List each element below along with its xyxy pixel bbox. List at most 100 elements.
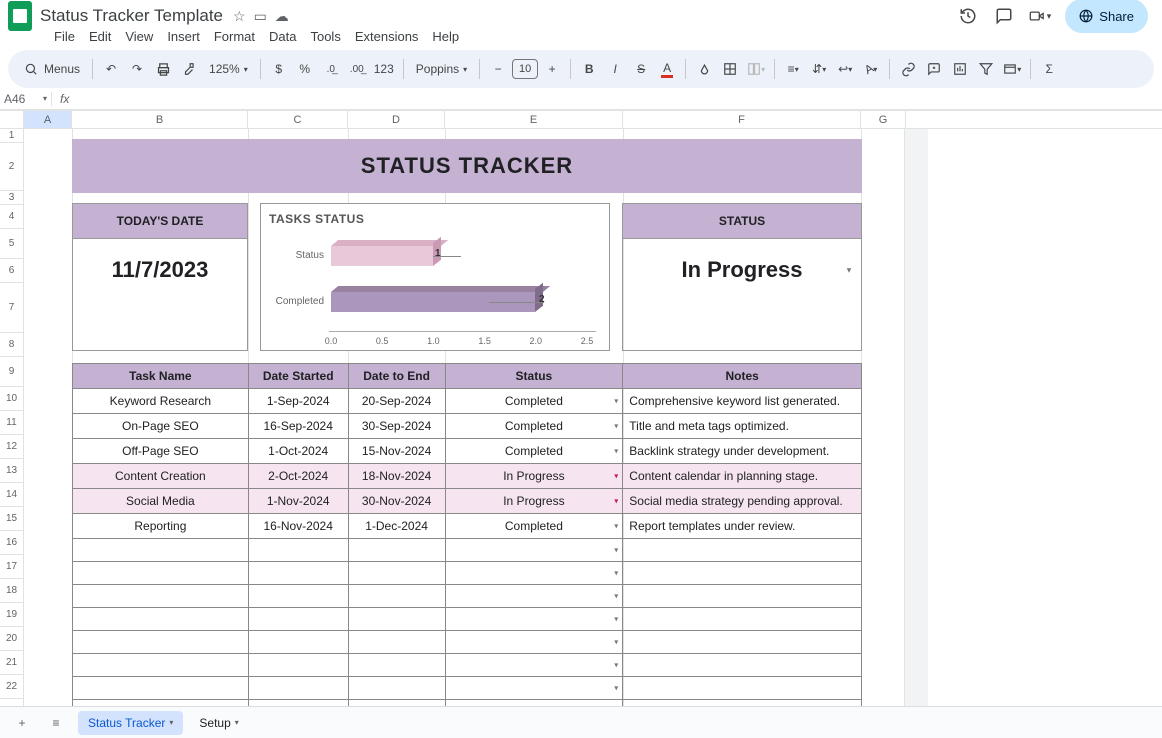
column-header-C[interactable]: C bbox=[248, 111, 348, 128]
menu-help[interactable]: Help bbox=[426, 28, 465, 46]
font-family-select[interactable]: Poppins ▾ bbox=[410, 56, 473, 82]
v-align-button[interactable]: ⇵▾ bbox=[807, 56, 831, 82]
menu-insert[interactable]: Insert bbox=[161, 28, 206, 46]
meet-icon[interactable]: ▾ bbox=[1029, 5, 1051, 27]
today-date-value[interactable]: 11/7/2023 bbox=[73, 239, 247, 301]
table-row[interactable]: Off-Page SEO1-Oct-202415-Nov-2024Complet… bbox=[73, 439, 862, 464]
row-header-8[interactable]: 8 bbox=[0, 333, 24, 357]
row-header-21[interactable]: 21 bbox=[0, 651, 24, 675]
menu-view[interactable]: View bbox=[119, 28, 159, 46]
dropdown-icon[interactable]: ▾ bbox=[614, 422, 618, 431]
row-header-18[interactable]: 18 bbox=[0, 579, 24, 603]
menu-edit[interactable]: Edit bbox=[83, 28, 117, 46]
print-button[interactable] bbox=[151, 56, 175, 82]
cloud-sync-icon[interactable]: ☁ bbox=[275, 8, 289, 25]
dropdown-icon[interactable]: ▾ bbox=[614, 661, 618, 670]
zoom-select[interactable]: 125% ▾ bbox=[203, 56, 254, 82]
row-header-13[interactable]: 13 bbox=[0, 459, 24, 483]
insert-comment-button[interactable] bbox=[922, 56, 946, 82]
status-panel-value[interactable]: In Progress ▾ bbox=[623, 239, 861, 301]
rotate-button[interactable]: A▾ bbox=[859, 56, 883, 82]
sheet-tab-status-tracker[interactable]: Status Tracker ▾ bbox=[78, 711, 183, 735]
comments-icon[interactable] bbox=[993, 5, 1015, 27]
undo-button[interactable]: ↶ bbox=[99, 56, 123, 82]
row-header-14[interactable]: 14 bbox=[0, 483, 24, 507]
dropdown-icon[interactable]: ▾ bbox=[614, 447, 618, 456]
table-row[interactable]: ▾ bbox=[73, 677, 862, 700]
font-size-input[interactable]: 10 bbox=[512, 59, 538, 79]
column-header-D[interactable]: D bbox=[348, 111, 445, 128]
row-header-17[interactable]: 17 bbox=[0, 555, 24, 579]
star-icon[interactable]: ☆ bbox=[233, 8, 246, 25]
table-row[interactable]: ▾ bbox=[73, 562, 862, 585]
more-formats-button[interactable]: 123 bbox=[371, 56, 397, 82]
row-header-1[interactable]: 1 bbox=[0, 129, 24, 143]
dropdown-icon[interactable]: ▾ bbox=[614, 522, 618, 531]
row-header-7[interactable]: 7 bbox=[0, 283, 24, 333]
dropdown-icon[interactable]: ▾ bbox=[614, 397, 618, 406]
menu-data[interactable]: Data bbox=[263, 28, 302, 46]
menu-format[interactable]: Format bbox=[208, 28, 261, 46]
merge-button[interactable]: ▾ bbox=[744, 56, 768, 82]
col-date-started[interactable]: Date Started bbox=[248, 364, 348, 389]
col-date-end[interactable]: Date to End bbox=[348, 364, 445, 389]
fill-color-button[interactable] bbox=[692, 56, 716, 82]
insert-chart-button[interactable] bbox=[948, 56, 972, 82]
decrease-font-button[interactable]: − bbox=[486, 56, 510, 82]
table-row[interactable]: Keyword Research1-Sep-202420-Sep-2024Com… bbox=[73, 389, 862, 414]
increase-font-button[interactable]: + bbox=[540, 56, 564, 82]
search-menus[interactable]: Menus bbox=[18, 56, 86, 82]
paint-format-button[interactable] bbox=[177, 56, 201, 82]
history-icon[interactable] bbox=[957, 5, 979, 27]
increase-decimal-button[interactable]: .00̲ bbox=[345, 56, 369, 82]
link-button[interactable] bbox=[896, 56, 920, 82]
row-header-10[interactable]: 10 bbox=[0, 387, 24, 411]
dropdown-icon[interactable]: ▾ bbox=[614, 497, 618, 506]
row-header-11[interactable]: 11 bbox=[0, 411, 24, 435]
doc-title[interactable]: Status Tracker Template bbox=[40, 6, 223, 26]
currency-button[interactable]: $ bbox=[267, 56, 291, 82]
row-header-19[interactable]: 19 bbox=[0, 603, 24, 627]
dropdown-icon[interactable]: ▾ bbox=[614, 638, 618, 647]
row-header-20[interactable]: 20 bbox=[0, 627, 24, 651]
row-header-16[interactable]: 16 bbox=[0, 531, 24, 555]
filter-views-button[interactable]: ▾ bbox=[1000, 56, 1024, 82]
text-color-button[interactable]: A bbox=[655, 56, 679, 82]
share-button[interactable]: Share bbox=[1065, 0, 1148, 33]
all-sheets-button[interactable]: ≡ bbox=[44, 711, 68, 735]
row-header-15[interactable]: 15 bbox=[0, 507, 24, 531]
dropdown-icon[interactable]: ▾ bbox=[614, 546, 618, 555]
row-header-3[interactable]: 3 bbox=[0, 191, 24, 205]
column-header-F[interactable]: F bbox=[623, 111, 861, 128]
italic-button[interactable]: I bbox=[603, 56, 627, 82]
dropdown-icon[interactable]: ▾ bbox=[614, 472, 618, 481]
table-row[interactable]: On-Page SEO16-Sep-202430-Sep-2024Complet… bbox=[73, 414, 862, 439]
dropdown-icon[interactable]: ▾ bbox=[614, 684, 618, 693]
column-header-G[interactable]: G bbox=[861, 111, 906, 128]
dropdown-icon[interactable]: ▾ bbox=[614, 592, 618, 601]
dropdown-icon[interactable]: ▾ bbox=[614, 615, 618, 624]
h-align-button[interactable]: ≡▾ bbox=[781, 56, 805, 82]
add-sheet-button[interactable]: + bbox=[10, 711, 34, 735]
wrap-button[interactable]: ↩▾ bbox=[833, 56, 857, 82]
table-row[interactable]: Social Media1-Nov-202430-Nov-2024In Prog… bbox=[73, 489, 862, 514]
sheet-tab-setup[interactable]: Setup ▾ bbox=[189, 711, 248, 735]
row-header-12[interactable]: 12 bbox=[0, 435, 24, 459]
select-all-corner[interactable] bbox=[0, 111, 24, 128]
col-status[interactable]: Status bbox=[445, 364, 623, 389]
row-header-22[interactable]: 22 bbox=[0, 675, 24, 699]
column-header-E[interactable]: E bbox=[445, 111, 623, 128]
row-header-6[interactable]: 6 bbox=[0, 259, 24, 283]
column-header-B[interactable]: B bbox=[72, 111, 248, 128]
menu-tools[interactable]: Tools bbox=[304, 28, 346, 46]
menu-extensions[interactable]: Extensions bbox=[349, 28, 425, 46]
bold-button[interactable]: B bbox=[577, 56, 601, 82]
table-row[interactable]: ▾ bbox=[73, 608, 862, 631]
row-header-5[interactable]: 5 bbox=[0, 229, 24, 259]
table-row[interactable]: ▾ bbox=[73, 654, 862, 677]
table-row[interactable]: ▾ bbox=[73, 585, 862, 608]
row-header-2[interactable]: 2 bbox=[0, 143, 24, 191]
percent-button[interactable]: % bbox=[293, 56, 317, 82]
tasks-status-chart[interactable]: TASKS STATUS Status Completed 1 bbox=[260, 203, 610, 351]
decrease-decimal-button[interactable]: .0̲ bbox=[319, 56, 343, 82]
